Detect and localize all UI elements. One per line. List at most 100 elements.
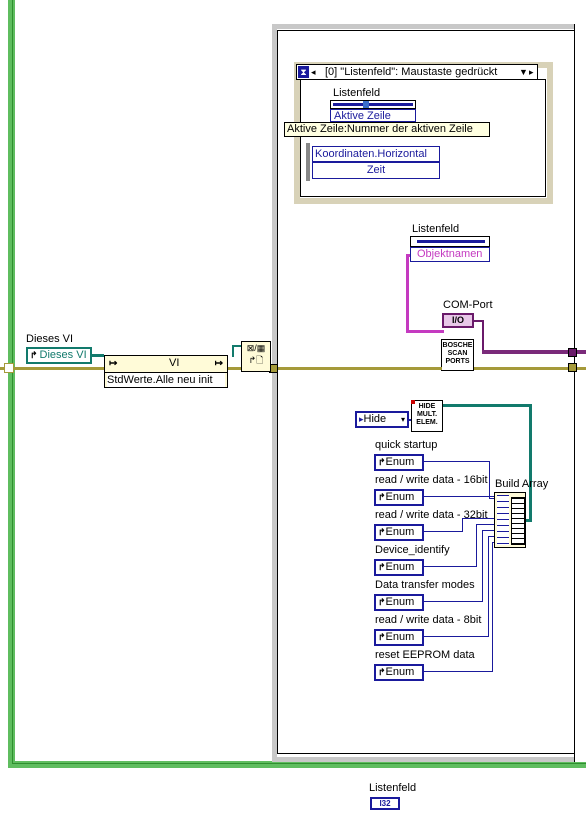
error-wire[interactable] [272,367,442,370]
com-port-io-text: I/O [451,315,464,325]
reference-arrow-icon: ↱ [378,562,386,572]
enum-label-device-identify: Device_identify [375,544,450,556]
enum-value-text: Enum [385,491,415,503]
case-selector-label: [0] "Listenfeld": Maustaste gedrückt [325,66,498,78]
reference-arrow-icon: ↱ [378,492,386,502]
event-node-header [330,100,416,109]
enum-wire[interactable] [482,530,494,531]
active-row-text: Aktive Zeile [334,110,391,122]
chevron-down-icon: ▾ [400,415,405,424]
hide-text: Hide [363,413,387,425]
coords-horizontal-text: Koordinaten.Horizontal [315,148,427,160]
hide-multi-text: HIDE MULT. ELEM. [416,403,438,426]
enum-constant-reset-eeprom[interactable]: ↱Enum [374,664,424,681]
enum-label-rw-8bit: read / write data - 8bit [375,614,482,626]
decrement-arrow-icon[interactable]: ◂ [311,65,316,79]
i32-text: I32 [379,799,391,808]
shift-register-left[interactable] [4,363,14,373]
bottom-listenfeld-terminal[interactable]: I32 [370,797,400,810]
enum-constant-rw-8bit[interactable]: ↱Enum [374,629,424,646]
enum-label-rw-32bit: read / write data - 32bit [375,509,488,521]
enum-wire[interactable] [424,496,494,497]
enum-wire[interactable] [424,636,488,637]
error-arrow-icon: ↦ [214,358,223,369]
invoke-class-text: VI [169,357,180,369]
hide-multi-elem-subvi[interactable]: HIDE MULT. ELEM. [411,400,443,432]
string-wire[interactable] [406,330,444,333]
increment-arrow-icon[interactable]: ▸ [529,65,534,79]
event-node-item-active-row[interactable]: Aktive Zeile [330,109,416,122]
bottom-terminal-label: Listenfeld [369,782,417,794]
event-node-coords-time[interactable]: Zeit [312,162,440,179]
enum-label-data-transfer-modes: Data transfer modes [375,579,475,591]
enum-value-text: Enum [385,526,415,538]
enum-wire[interactable] [424,531,462,532]
enum-wire[interactable] [489,461,490,499]
event-case-selector[interactable]: ⧗ ◂ [0] "Listenfeld": Maustaste gedrückt… [296,64,538,80]
enum-constant-quick-startup[interactable]: ↱Enum [374,454,424,471]
enum-wire[interactable] [492,542,493,672]
enum-value-text: Enum [385,596,415,608]
scan-ports-subvi[interactable]: BOSCHE SCAN PORTS [441,339,474,371]
enum-wire[interactable] [409,419,411,421]
close-reference-icon: ⊠/▦ [246,343,266,353]
enum-wire[interactable] [424,566,476,567]
reference-arrow-icon: ↱ [30,350,38,360]
string-wire[interactable] [406,254,409,332]
enum-constant-device-identify[interactable]: ↱Enum [374,559,424,576]
error-wire[interactable] [228,367,242,370]
enum-wire[interactable] [482,530,483,602]
invoke-node[interactable]: ↦ VI ↦ StdWerte.Alle neu init [104,355,228,388]
enum-wire[interactable] [488,536,489,637]
enum-constant-rw-32bit[interactable]: ↱Enum [374,524,424,541]
reference-arrow-icon: ↱ [378,632,386,642]
document-icon: ↱🗋 [248,355,264,365]
event-node-coords-horizontal[interactable]: Koordinaten.Horizontal [312,146,440,162]
reference-wire[interactable] [92,354,104,357]
enum-wire[interactable] [476,524,494,525]
enum-constant-data-transfer-modes[interactable]: ↱Enum [374,594,424,611]
event-node-label: Listenfeld [333,87,381,99]
reference-arrow-icon: ↱ [378,527,386,537]
error-wire[interactable] [0,367,104,370]
build-array-label: Build Array [495,478,549,490]
array-wire[interactable] [443,404,531,407]
enum-constant-rw-16bit[interactable]: ↱Enum [374,489,424,506]
reference-wire[interactable] [232,345,234,357]
tooltip-text: Aktive Zeile:Nummer der aktiven Zeile [287,123,473,135]
dieses-vi-label: Dieses VI [26,333,74,345]
reference-arrow-icon: ↦ [109,358,118,369]
enum-wire[interactable] [424,461,490,462]
hide-enum-constant[interactable]: ▸Hide ▾ [355,411,409,428]
tunnel[interactable] [568,348,577,357]
property-node-label: Listenfeld [412,223,460,235]
chevron-down-icon[interactable]: ▼ [519,65,528,79]
reference-arrow-icon: ↱ [378,667,386,677]
property-node-item-objektnamen[interactable]: Objektnamen [410,247,490,262]
dieses-vi-constant[interactable]: ↱ Dieses VI [26,347,92,364]
enum-label-reset-eeprom: reset EEPROM data [375,649,475,661]
event-structure-right-border [574,24,586,762]
array-wire[interactable] [529,404,532,522]
reference-arrow-icon: ↱ [378,457,386,467]
scan-ports-text: BOSCHE SCAN PORTS [442,342,473,365]
tooltip: Aktive Zeile:Nummer der aktiven Zeile [284,122,490,137]
invoke-node-header: ↦ VI ↦ [105,356,227,373]
enum-value-text: Enum [385,666,415,678]
enum-wire[interactable] [462,518,463,532]
build-array-output-icon [511,497,525,545]
error-in-marker [411,400,415,404]
close-reference-node[interactable]: ⊠/▦ ↱🗋 [241,341,271,372]
hourglass-icon: ⧗ [298,66,309,78]
objektnamen-text: Objektnamen [417,248,483,260]
enum-wire[interactable] [462,518,494,519]
enum-wire[interactable] [424,671,492,672]
tunnel[interactable] [568,363,577,372]
com-port-terminal[interactable]: I/O [442,313,474,328]
enum-value-text: Enum [385,631,415,643]
enum-wire[interactable] [476,524,477,567]
enum-wire[interactable] [424,601,482,602]
io-wire[interactable] [482,320,484,352]
build-array-node[interactable] [494,492,526,548]
build-array-inputs [497,495,509,545]
